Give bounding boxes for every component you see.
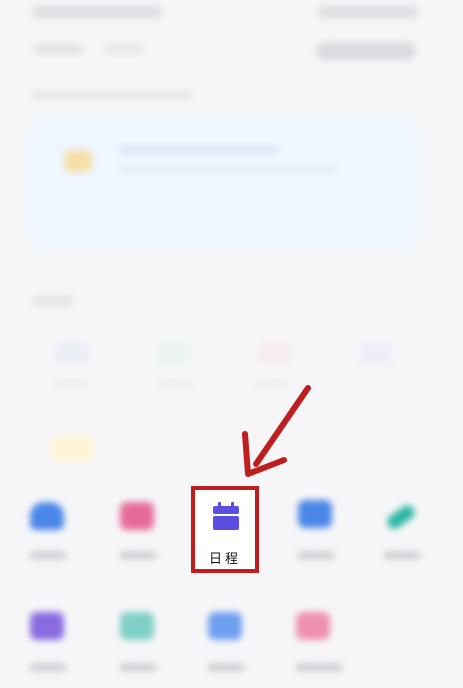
pointer-arrow-icon xyxy=(242,385,311,477)
